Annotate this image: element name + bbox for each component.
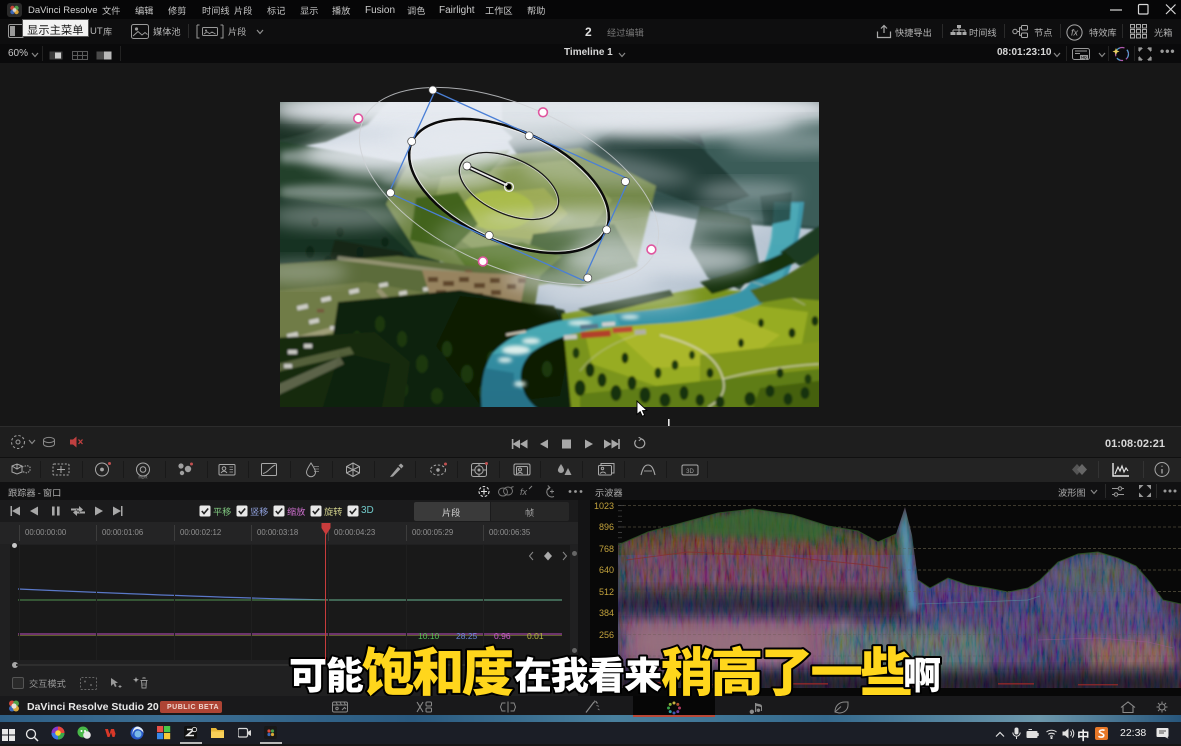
svg-text:HQ: HQ (1081, 55, 1087, 59)
svg-text:fx: fx (520, 487, 528, 497)
svg-text:fx: fx (1071, 28, 1079, 38)
svg-text:HDR: HDR (138, 475, 147, 480)
svg-text:3D: 3D (686, 469, 694, 475)
